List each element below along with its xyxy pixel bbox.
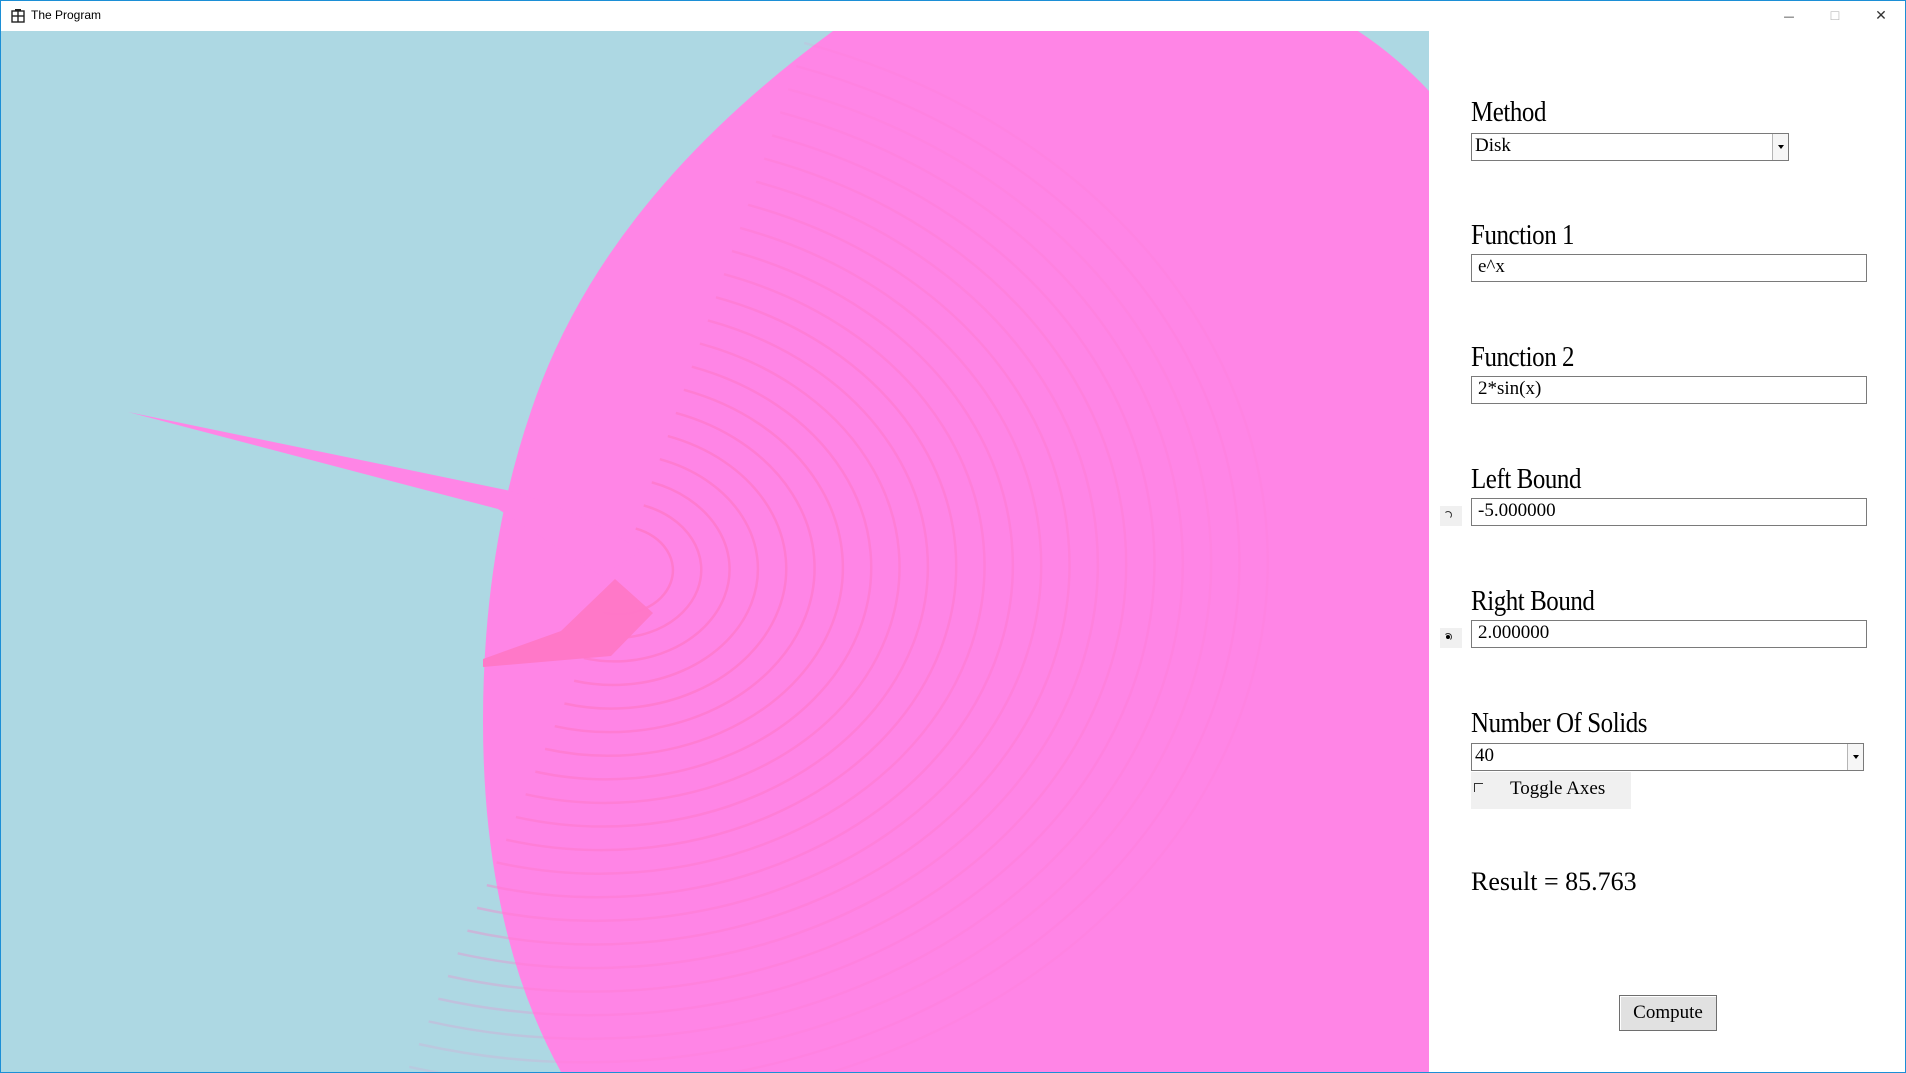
render-viewport[interactable] [1, 31, 1429, 1072]
toggle-axes-label: Toggle Axes [1510, 778, 1606, 799]
close-icon: ✕ [1875, 8, 1887, 24]
window-title: The Program [31, 8, 102, 22]
toggle-axes-checkbox[interactable]: Toggle Axes [1471, 772, 1631, 809]
maximize-icon: ☐ [1829, 9, 1841, 23]
method-select[interactable]: Disk [1471, 133, 1789, 161]
minimize-button[interactable]: — [1766, 1, 1812, 31]
function1-label: Function 1 [1471, 219, 1575, 251]
radio-ring-icon [1444, 511, 1452, 519]
left-bound-radio[interactable] [1440, 506, 1462, 526]
solids-select[interactable]: 40 [1471, 743, 1864, 771]
function2-input[interactable]: 2*sin(x) [1471, 376, 1867, 404]
radio-selected-icon [1446, 635, 1450, 639]
right-bound-label: Right Bound [1471, 585, 1595, 617]
right-bound-input[interactable]: 2.000000 [1471, 620, 1867, 648]
solid-of-revolution [128, 31, 1429, 1072]
minimize-icon: — [1783, 9, 1795, 23]
chevron-down-icon[interactable] [1847, 744, 1863, 770]
solids-label: Number Of Solids [1471, 707, 1648, 739]
left-bound-input[interactable]: -5.000000 [1471, 498, 1867, 526]
compute-button[interactable]: Compute [1619, 995, 1717, 1031]
app-icon [11, 9, 25, 23]
maximize-button[interactable]: ☐ [1812, 1, 1858, 31]
title-bar: The Program — ☐ ✕ [1, 1, 1905, 31]
right-bound-radio[interactable] [1440, 628, 1462, 648]
close-button[interactable]: ✕ [1858, 1, 1904, 31]
method-value: Disk [1475, 135, 1511, 156]
solids-value: 40 [1475, 745, 1494, 766]
method-label: Method [1471, 96, 1547, 128]
app-window: The Program — ☐ ✕ Method Disk Function 1… [0, 0, 1906, 1073]
result-text: Result = 85.763 [1471, 867, 1637, 896]
chevron-down-icon[interactable] [1772, 134, 1788, 160]
left-bound-label: Left Bound [1471, 463, 1581, 495]
function1-input[interactable]: e^x [1471, 254, 1867, 282]
control-panel [1429, 31, 1905, 1072]
function2-label: Function 2 [1471, 341, 1575, 373]
checkbox-icon[interactable] [1474, 783, 1483, 792]
